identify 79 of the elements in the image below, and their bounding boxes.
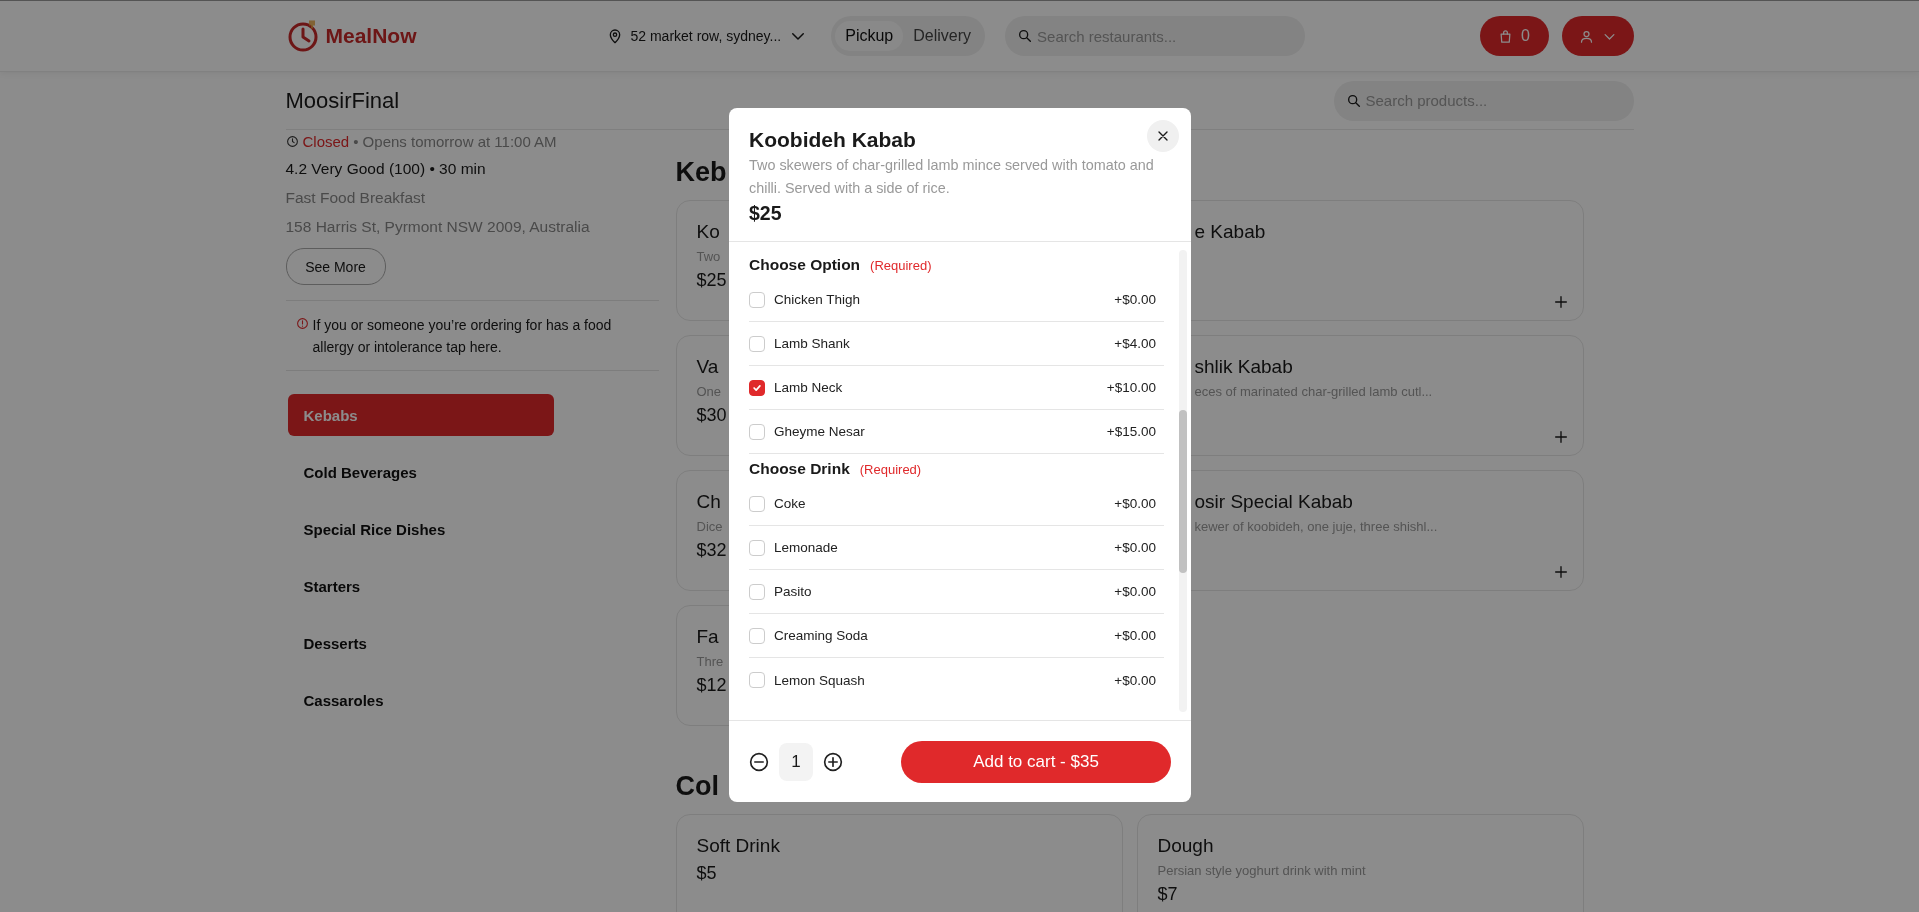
opening-hours: • Opens tomorrow at 11:00 AM (353, 132, 557, 150)
increase-button[interactable] (823, 751, 843, 772)
account-button[interactable] (1561, 16, 1634, 56)
see-more-button[interactable]: See More (285, 248, 386, 285)
product-description: One (696, 384, 722, 399)
option-row[interactable]: Lemon Squash +$0.00 (749, 658, 1164, 702)
check-icon (752, 382, 762, 393)
plus-icon (1552, 564, 1569, 580)
section-heading: Keb (675, 156, 727, 189)
plus-icon (1552, 429, 1569, 445)
product-title: shlik Kabab (1194, 356, 1293, 378)
required-label: (Required) (870, 258, 932, 273)
category-item[interactable]: Starters (287, 565, 554, 607)
option-group-title: Choose Option (749, 256, 861, 274)
product-title: Va (696, 356, 719, 378)
plus-icon (1552, 294, 1569, 310)
product-description: Two (696, 249, 721, 264)
product-title: Soft Drink (696, 835, 780, 857)
product-title: Ko (696, 221, 720, 243)
close-button[interactable] (1147, 120, 1179, 152)
dialog-title: Koobideh Kabab (749, 127, 916, 152)
option-row[interactable]: Lamb Shank +$4.00 (749, 322, 1164, 366)
product-description: eces of marinated char-grilled lamb cutl... (1194, 384, 1433, 399)
product-price: $32 (696, 540, 727, 561)
mode-tab[interactable]: Delivery (903, 21, 982, 51)
plus-icon (823, 751, 843, 772)
product-description: Dice (696, 519, 723, 534)
category-item[interactable]: Special Rice Dishes (287, 508, 554, 550)
alert-icon (295, 317, 309, 330)
add-to-cart-button[interactable]: Add to cart - $35 (901, 740, 1171, 783)
add-button[interactable] (1552, 429, 1569, 445)
clock-icon (285, 134, 299, 148)
product-price: $30 (696, 405, 727, 426)
location-selector[interactable]: 52 market row, sydney... (606, 27, 808, 45)
product-price: $5 (696, 863, 717, 884)
add-button[interactable] (1552, 564, 1569, 580)
category-item[interactable]: Desserts (287, 622, 554, 664)
section-heading: Col (675, 770, 719, 803)
product-price: $7 (1157, 884, 1178, 905)
product-price: $12 (696, 675, 727, 696)
product-card[interactable]: Soft Drink $5 (675, 814, 1123, 912)
product-description: kewer of koobideh, one juje, three shishl... (1194, 519, 1438, 534)
dialog-description: Two skewers of char-grilled lamb mince served with tomato and chilli. Served with a side of rice. (749, 156, 1155, 198)
user-icon (1578, 28, 1594, 44)
product-description: Thre (696, 654, 724, 669)
decrease-button[interactable] (749, 751, 769, 772)
product-title: e Kabab (1194, 221, 1266, 243)
category-item[interactable]: Cassaroles (287, 679, 554, 721)
category-item[interactable]: Kebabs (287, 394, 554, 436)
brand-name: MealNow (325, 24, 417, 48)
required-label: (Required) (859, 462, 922, 477)
cart-button[interactable]: 0 (1479, 16, 1549, 56)
option-row[interactable]: Lemonade +$0.00 (749, 526, 1164, 570)
product-title: Ch (696, 491, 721, 513)
option-row[interactable]: Creaming Soda +$0.00 (749, 614, 1164, 658)
option-row[interactable]: Pasito +$0.00 (749, 570, 1164, 614)
option-row[interactable]: Chicken Thigh +$0.00 (749, 278, 1164, 322)
minus-icon (749, 751, 769, 772)
option-row[interactable]: Gheyme Nesar +$15.00 (749, 410, 1164, 454)
category-item[interactable]: Cold Beverages (287, 451, 554, 493)
rating-text: 4.2 Very Good (100) • 30 min (285, 160, 487, 179)
status-text: Closed (302, 132, 350, 150)
option-row[interactable]: Lamb Neck +$10.00 (749, 366, 1164, 410)
cuisine-text: Fast Food Breakfast (285, 189, 427, 208)
allergy-notice[interactable]: If you or someone you’re ordering for has a food allergy or intolerance tap here. (312, 314, 619, 358)
address-text: 158 Harris St, Pyrmont NSW 2009, Australia (285, 218, 591, 237)
scrollbar[interactable] (1179, 250, 1187, 712)
add-button[interactable] (1552, 294, 1569, 310)
checkbox[interactable] (749, 379, 765, 396)
dialog-price: $25 (749, 202, 783, 225)
product-title: Fa (696, 626, 719, 648)
product-title: Dough (1157, 835, 1214, 857)
product-price: $25 (696, 270, 727, 291)
quantity-field[interactable]: 1 (779, 742, 813, 781)
product-title: osir Special Kabab (1194, 491, 1353, 513)
restaurant-name: MoosirFinal (285, 87, 400, 114)
option-row[interactable]: Coke +$0.00 (749, 482, 1164, 526)
mode-tab[interactable]: Pickup (835, 21, 904, 51)
option-group-title: Choose Drink (749, 460, 850, 478)
